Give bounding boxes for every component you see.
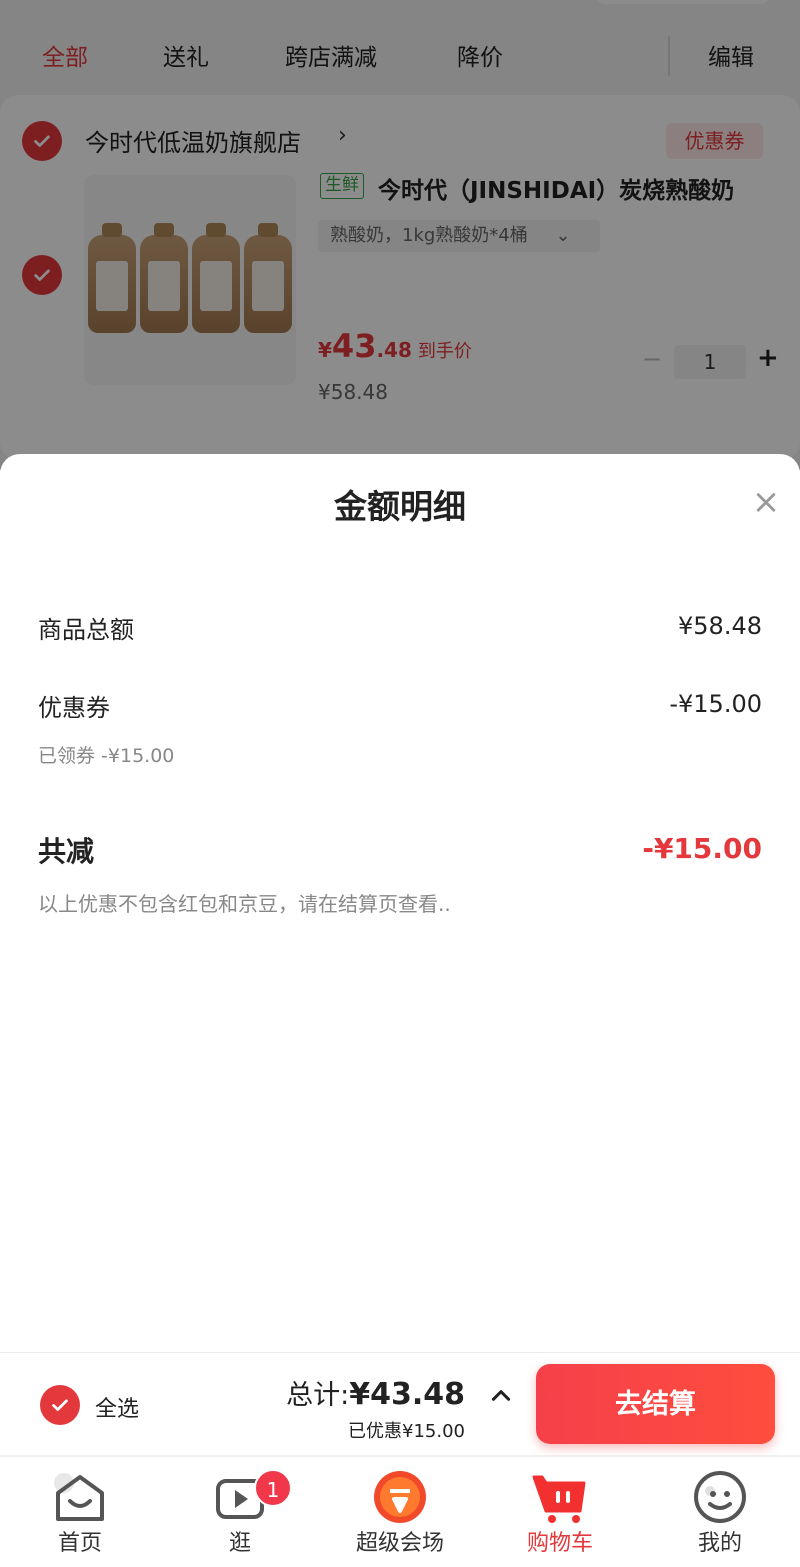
- nav-mine[interactable]: 我的: [640, 1457, 800, 1567]
- sheet-title: 金额明细: [334, 487, 466, 526]
- nav-super-venue[interactable]: 超级会场: [320, 1457, 480, 1567]
- saved-amount: 已优惠¥15.00: [348, 1421, 465, 1442]
- checkout-button[interactable]: 去结算: [536, 1364, 775, 1444]
- nav-cart[interactable]: 购物车: [480, 1457, 640, 1567]
- home-icon: [54, 1473, 104, 1521]
- goods-total-value: ¥58.48: [678, 612, 762, 640]
- total-prefix: 总计:: [286, 1380, 350, 1411]
- total-amount: ¥43.48: [349, 1377, 465, 1412]
- nav-home-label: 首页: [57, 1531, 102, 1556]
- goods-total-label: 商品总额: [38, 616, 134, 644]
- nav-cart-label: 购物车: [526, 1531, 593, 1556]
- amount-detail-sheet: 金额明细 × 商品总额 ¥58.48 优惠券 -¥15.00 已领券 -¥15.…: [0, 454, 800, 1354]
- bottom-tab-bar: 首页 1 逛 超级会场 购物车 我的: [0, 1456, 800, 1567]
- total-reduce-label: 共减: [38, 835, 95, 868]
- coupon-value: -¥15.00: [669, 690, 762, 718]
- checkout-bar: 全选 总计:¥43.48 已优惠¥15.00 去结算: [0, 1352, 800, 1455]
- coupon-sub-text: 已领券 -¥15.00: [38, 745, 175, 767]
- nav-super-venue-label: 超级会场: [355, 1531, 444, 1556]
- total-price: 总计:¥43.48: [286, 1373, 465, 1412]
- select-all-label[interactable]: 全选: [95, 1391, 139, 1423]
- chevron-up-icon[interactable]: [488, 1383, 514, 1409]
- profile-smile-icon: [694, 1471, 746, 1523]
- shopping-cart-icon: [532, 1475, 586, 1523]
- nav-browse[interactable]: 1 逛: [160, 1457, 320, 1567]
- nav-mine-label: 我的: [697, 1531, 742, 1556]
- discount-note: 以上优惠不包含红包和京豆，请在结算页查看..: [38, 892, 451, 916]
- super-venue-icon: [374, 1471, 426, 1523]
- select-all-check-icon[interactable]: [40, 1385, 80, 1425]
- total-reduce-value: -¥15.00: [642, 832, 762, 865]
- browse-badge: 1: [254, 1469, 292, 1507]
- coupon-label: 优惠券: [38, 694, 110, 722]
- close-icon[interactable]: ×: [748, 484, 784, 520]
- modal-overlay[interactable]: [0, 0, 800, 470]
- nav-home[interactable]: 首页: [0, 1457, 160, 1567]
- nav-browse-label: 逛: [228, 1531, 251, 1556]
